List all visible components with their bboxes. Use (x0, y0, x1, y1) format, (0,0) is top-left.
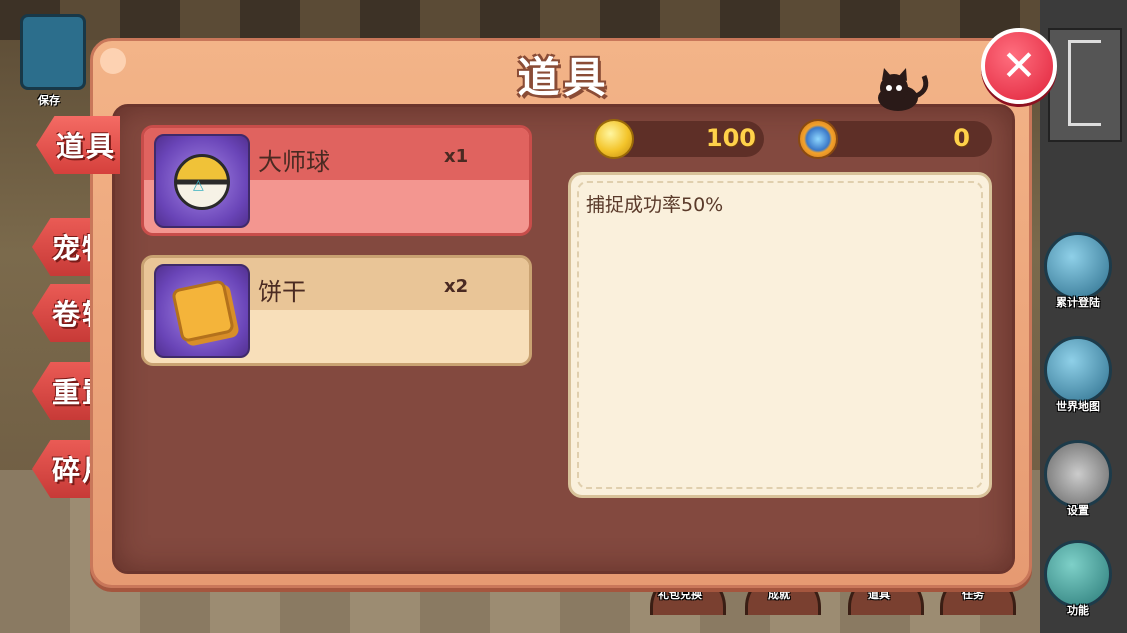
item-slot-master-ball[interactable]: 大师球 x1 (141, 125, 532, 236)
item-slot-cookie[interactable]: 饼干 x2 (141, 255, 532, 366)
cat-icon (878, 68, 929, 111)
item-description-text: 捕捉成功率50% (586, 194, 724, 216)
gift-redeem-button[interactable]: 礼包兑换 (658, 586, 702, 602)
gold-amount: 100 (705, 124, 756, 152)
gem-amount: 0 (953, 124, 970, 152)
top-scenery (0, 0, 1127, 40)
item-name: 饼干 (258, 278, 306, 306)
achievement-button[interactable]: 成就 (768, 586, 790, 602)
quest-button[interactable]: 任务 (962, 586, 984, 602)
daily-login-button[interactable]: 累计登陆 (1040, 232, 1116, 310)
gem-medal-icon (798, 119, 838, 159)
settings-button[interactable]: 设置 (1040, 440, 1116, 518)
close-button[interactable]: ✕ (981, 28, 1057, 104)
world-map-button[interactable]: 世界地图 (1040, 336, 1116, 414)
function-icon (1044, 540, 1112, 608)
item-name: 大师球 (258, 148, 330, 176)
calendar-icon (1044, 232, 1112, 300)
gear-icon (1044, 440, 1112, 508)
item-quantity: x2 (444, 276, 469, 297)
master-ball-icon (174, 154, 230, 210)
item-description-panel (568, 172, 992, 498)
items-button[interactable]: 道具 (868, 586, 890, 602)
gold-coin-icon (594, 119, 634, 159)
item-quantity: x1 (444, 146, 469, 167)
cookie-icon (170, 278, 236, 344)
function-button[interactable]: 功能 (1040, 540, 1116, 618)
close-icon: ✕ (1001, 41, 1037, 90)
item-thumbnail (154, 134, 250, 228)
world-map-icon (1044, 336, 1112, 404)
dialog-title: 道具 (517, 53, 610, 102)
item-thumbnail (154, 264, 250, 358)
